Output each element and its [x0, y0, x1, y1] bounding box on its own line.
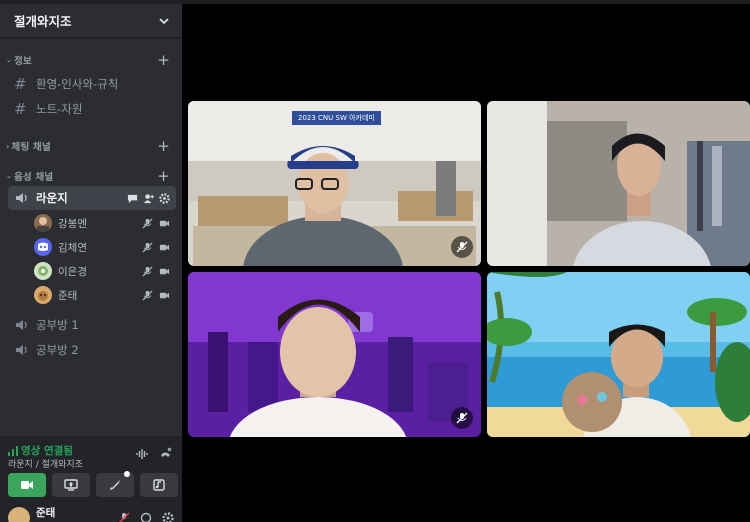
- avatar: [34, 262, 52, 280]
- disconnect-icon[interactable]: [159, 447, 172, 460]
- connection-status[interactable]: 영상 연결됨: [8, 443, 73, 458]
- video-stage: 2023 CNU SW 아카데미: [182, 4, 750, 522]
- user-name: 김체연: [58, 241, 87, 254]
- voice-channel-study-1[interactable]: 공부방 1: [8, 313, 176, 337]
- soundboard-icon: [153, 479, 165, 491]
- speaker-icon: [16, 320, 27, 330]
- category-voice[interactable]: ⌄ 음성 채널 +: [0, 168, 182, 184]
- voice-user[interactable]: 이은경: [34, 259, 170, 283]
- camera-button[interactable]: [8, 473, 46, 497]
- video-tile[interactable]: 2023 CNU SW 아카데미: [188, 101, 481, 266]
- video-camera-icon: [159, 220, 170, 226]
- speaker-icon: [16, 345, 27, 355]
- add-user-icon[interactable]: [143, 193, 154, 204]
- channel-label: 공부방 1: [36, 318, 79, 332]
- user-panel: 준태: [0, 502, 182, 522]
- chevron-down-icon: ⌄: [6, 172, 13, 180]
- video-feed: [188, 101, 481, 266]
- signal-icon: [8, 445, 18, 456]
- headset-icon[interactable]: [140, 512, 152, 522]
- voice-channel-study-2[interactable]: 공부방 2: [8, 338, 176, 362]
- server-name: 절개와지조: [14, 14, 72, 29]
- muted-mic-icon: [142, 241, 153, 253]
- background-banner: 2023 CNU SW 아카데미: [292, 111, 381, 125]
- add-channel-icon[interactable]: +: [157, 168, 170, 184]
- video-tile[interactable]: [487, 272, 750, 437]
- user-name: 이은경: [58, 265, 87, 278]
- hashtag-icon: #: [14, 75, 27, 93]
- chat-icon[interactable]: [127, 193, 138, 204]
- user-name: 준태: [58, 289, 78, 302]
- muted-mic-icon[interactable]: [118, 512, 130, 522]
- video-camera-icon: [159, 292, 170, 298]
- voice-connection-panel: 영상 연결됨 라운지 / 절개와지조: [0, 436, 182, 502]
- channel-label: 라운지: [36, 191, 68, 205]
- user-name: 강봉멘: [58, 217, 87, 230]
- channel-label: 공부방 2: [36, 343, 79, 357]
- avatar: [34, 238, 52, 256]
- muted-badge: [451, 236, 473, 258]
- add-channel-icon[interactable]: +: [157, 138, 170, 154]
- voice-user[interactable]: 준태: [34, 283, 170, 307]
- muted-mic-icon: [142, 289, 153, 301]
- avatar: [34, 214, 52, 232]
- muted-mic-icon: [142, 265, 153, 277]
- gear-icon[interactable]: [159, 192, 170, 204]
- screen-share-button[interactable]: [52, 473, 90, 497]
- muted-mic-icon: [142, 217, 153, 229]
- category-label: 정보: [14, 56, 32, 67]
- video-camera-icon: [159, 244, 170, 250]
- channel-label: 환영-인사와-규칙: [36, 77, 119, 91]
- video-camera-icon: [159, 268, 170, 274]
- muted-mic-icon: [456, 412, 468, 424]
- server-header[interactable]: 절개와지조: [0, 4, 182, 38]
- avatar[interactable]: [8, 507, 30, 522]
- voice-channel-lounge[interactable]: 라운지: [8, 186, 176, 210]
- channel-label: 노트-자원: [36, 102, 83, 116]
- chevron-down-icon: ⌄: [6, 56, 13, 64]
- soundboard-button[interactable]: [140, 473, 178, 497]
- channel-notes[interactable]: # 노트-자원: [8, 97, 176, 121]
- muted-badge: [451, 407, 473, 429]
- muted-mic-icon: [456, 241, 468, 253]
- category-chat[interactable]: › 체팅 채널 +: [0, 138, 182, 154]
- add-channel-icon[interactable]: +: [157, 52, 170, 68]
- channel-sidebar: 절개와지조 ⌄ 정보 + # 환영-인사와-규칙 # 노트-자원 › 체팅 채널 +…: [0, 4, 182, 522]
- video-camera-icon: [21, 481, 33, 489]
- category-label: 체팅 채널: [11, 142, 51, 153]
- avatar: [34, 286, 52, 304]
- category-info[interactable]: ⌄ 정보 +: [0, 52, 182, 68]
- screen-share-icon: [64, 479, 78, 491]
- video-feed: [188, 272, 481, 437]
- voice-user[interactable]: 김체연: [34, 235, 170, 259]
- video-feed: [487, 101, 750, 266]
- category-label: 음성 채널: [14, 172, 54, 183]
- connection-status-label: 영상 연결됨: [21, 445, 73, 457]
- video-feed: [487, 272, 750, 437]
- video-tile[interactable]: [188, 272, 481, 437]
- connection-location: 라운지 / 절개와지조: [8, 460, 83, 470]
- discord-app: 절개와지조 ⌄ 정보 + # 환영-인사와-규칙 # 노트-자원 › 체팅 채널 +…: [0, 0, 750, 522]
- notification-dot: [124, 471, 130, 477]
- current-user-name: 준태: [36, 506, 56, 519]
- hashtag-icon: #: [14, 100, 27, 118]
- chevron-down-icon: [159, 17, 169, 24]
- noise-suppression-icon[interactable]: [136, 447, 149, 460]
- channel-welcome[interactable]: # 환영-인사와-규칙: [8, 72, 176, 96]
- gear-icon[interactable]: [162, 512, 174, 522]
- speaker-icon: [16, 193, 27, 203]
- rocket-icon: [110, 480, 120, 490]
- activity-button[interactable]: [96, 471, 134, 497]
- voice-user[interactable]: 강봉멘: [34, 211, 170, 235]
- video-tile[interactable]: [487, 101, 750, 266]
- chevron-right-icon: ›: [6, 141, 10, 151]
